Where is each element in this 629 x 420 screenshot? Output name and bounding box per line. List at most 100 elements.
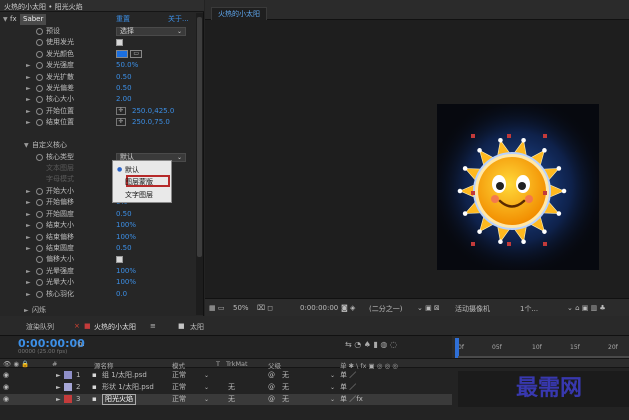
chevron-right-icon[interactable]: ► bbox=[26, 232, 31, 243]
layer-trkmat[interactable]: 无 bbox=[228, 382, 235, 393]
stopwatch-icon[interactable] bbox=[36, 267, 43, 275]
chevron-right-icon[interactable]: ► bbox=[56, 370, 61, 381]
stopwatch-icon[interactable] bbox=[36, 119, 43, 127]
stopwatch-icon[interactable] bbox=[36, 73, 43, 81]
chevron-down-icon[interactable]: ▼ bbox=[24, 140, 29, 151]
menu-item-text-layer[interactable]: 文字图层 bbox=[125, 190, 153, 200]
stopwatch-icon[interactable] bbox=[36, 28, 43, 35]
zoom-select[interactable]: 50% bbox=[233, 304, 249, 312]
property-value[interactable]: 0.50 bbox=[116, 72, 132, 83]
property-row[interactable]: ► 开始位置 ✛ 250.0,425.0 bbox=[0, 106, 196, 117]
layer-mode[interactable]: 正常 bbox=[172, 394, 186, 405]
property-row[interactable]: ► 结束圆度 0.50 bbox=[0, 243, 196, 254]
header-source[interactable]: 源名称 bbox=[94, 360, 114, 370]
chevron-right-icon[interactable]: ► bbox=[26, 83, 31, 94]
tab-render-queue[interactable]: 渲染队列 bbox=[26, 322, 54, 332]
flicker-group[interactable]: ► 闪烁 bbox=[0, 305, 196, 316]
property-row[interactable]: 偏移大小 bbox=[0, 254, 196, 265]
stopwatch-icon[interactable] bbox=[36, 62, 43, 70]
property-row[interactable]: ► 核心羽化 0.0 bbox=[0, 289, 196, 300]
group-custom-core[interactable]: ▼ 自定义核心 bbox=[0, 140, 196, 151]
scrollbar-thumb[interactable] bbox=[197, 17, 202, 257]
about-link[interactable]: 关于... bbox=[168, 14, 189, 25]
layer-name[interactable]: 组 1/太阳.psd bbox=[102, 370, 147, 381]
close-icon[interactable]: × bbox=[74, 322, 80, 330]
stopwatch-icon[interactable] bbox=[36, 96, 43, 104]
stopwatch-icon[interactable] bbox=[36, 50, 43, 58]
header-trkmat[interactable]: TrkMat bbox=[226, 360, 248, 368]
pickwhip-icon[interactable]: @ bbox=[268, 394, 275, 405]
stopwatch-icon[interactable] bbox=[36, 107, 43, 115]
tab-comp[interactable]: 火热的小太阳 bbox=[94, 322, 136, 332]
stopwatch-icon[interactable] bbox=[36, 39, 43, 47]
chevron-right-icon[interactable]: ► bbox=[26, 289, 31, 300]
region-icon[interactable]: ⌄ ▣ ⊠ bbox=[417, 304, 440, 312]
chevron-right-icon[interactable]: ► bbox=[26, 94, 31, 105]
layer-switches-icon[interactable]: 单 ／ bbox=[340, 370, 356, 381]
chevron-right-icon[interactable]: ► bbox=[56, 394, 61, 405]
header-parent[interactable]: 父级 bbox=[268, 360, 281, 370]
property-value[interactable]: 50.0% bbox=[116, 60, 138, 71]
property-row[interactable]: ► 光晕强度 100% bbox=[0, 266, 196, 277]
menu-item-default[interactable]: 默认 bbox=[125, 165, 139, 175]
stopwatch-icon[interactable] bbox=[36, 154, 43, 161]
property-value[interactable]: 0.50 bbox=[116, 243, 132, 254]
property-value[interactable]: 100% bbox=[116, 232, 136, 243]
stopwatch-icon[interactable] bbox=[36, 279, 43, 287]
chevron-down-icon[interactable]: ⌄ bbox=[204, 394, 209, 405]
chevron-right-icon[interactable]: ► bbox=[26, 106, 31, 117]
property-row[interactable]: ► 发光偏差 0.50 bbox=[0, 83, 196, 94]
chevron-down-icon[interactable]: ⌄ bbox=[204, 382, 209, 393]
timeline-tools-icon[interactable]: ⇆ ◔ ♠ ▮ ◍ ◌ bbox=[345, 340, 397, 349]
menu-item-layer-mask[interactable]: 图层蒙版 bbox=[125, 177, 153, 187]
property-row[interactable]: ► 光晕大小 100% bbox=[0, 277, 196, 288]
layer-parent[interactable]: 无 bbox=[282, 394, 289, 405]
chevron-right-icon[interactable]: ► bbox=[26, 220, 31, 231]
view-options-icon[interactable]: ⌄ ⌂ ▣ ▥ ♣ bbox=[567, 304, 606, 312]
stopwatch-icon[interactable] bbox=[36, 256, 43, 264]
chevron-right-icon[interactable]: ► bbox=[56, 382, 61, 393]
property-row[interactable]: 使用发光 bbox=[0, 37, 196, 48]
chevron-down-icon[interactable]: ⌄ bbox=[330, 382, 335, 393]
layer-switches-icon[interactable]: 单 ／fx bbox=[340, 394, 363, 405]
stopwatch-icon[interactable] bbox=[36, 85, 43, 92]
pickwhip-icon[interactable]: @ bbox=[268, 370, 275, 381]
property-value[interactable]: 0.0 bbox=[116, 289, 127, 300]
composition-viewer[interactable] bbox=[437, 104, 599, 270]
views-select[interactable]: 1个... bbox=[520, 304, 538, 314]
layer-row[interactable]: ◉ ► 1 ▪ 组 1/太阳.psd 正常 ⌄ @ 无 ⌄ 单 ／ bbox=[0, 370, 452, 381]
search-icon[interactable]: ρ. bbox=[78, 340, 85, 348]
timecode-display[interactable]: 0:00:00:00 bbox=[300, 304, 338, 312]
menu-icon[interactable]: ≡ bbox=[150, 322, 156, 330]
chevron-right-icon[interactable]: ► bbox=[26, 117, 31, 128]
layer-row[interactable]: ◉ ► 3 ▪ 阳光火焰 正常 ⌄ 无 @ 无 ⌄ 单 ／fx bbox=[0, 394, 452, 405]
label-color[interactable] bbox=[64, 383, 72, 391]
stopwatch-icon[interactable] bbox=[36, 290, 43, 298]
safe-area-icon[interactable]: ⌧ ◻ bbox=[257, 304, 273, 312]
eye-icon[interactable]: ◉ bbox=[3, 394, 9, 405]
property-row[interactable]: ► 结束大小 100% bbox=[0, 220, 196, 231]
property-row[interactable]: ► 核心大小 2.00 bbox=[0, 94, 196, 105]
effect-row-saber[interactable]: ▼ fx Saber 重置 关于... bbox=[0, 14, 196, 25]
property-row[interactable]: ► 结束偏移 100% bbox=[0, 232, 196, 243]
chevron-right-icon[interactable]: ► bbox=[26, 209, 31, 220]
crosshair-icon[interactable]: ✛ bbox=[116, 106, 126, 117]
layer-switches-icon[interactable]: 单 ／ bbox=[340, 382, 356, 393]
chevron-right-icon[interactable]: ► bbox=[26, 60, 31, 71]
layer-name[interactable]: 形状 1/太阳.psd bbox=[102, 382, 154, 393]
layer-mode[interactable]: 正常 bbox=[172, 370, 186, 381]
property-row[interactable]: ► 发光强度 50.0% bbox=[0, 60, 196, 71]
chevron-right-icon[interactable]: ► bbox=[26, 197, 31, 208]
property-row[interactable]: ► 开始圆度 0.50 bbox=[0, 209, 196, 220]
layer-mode[interactable]: 正常 bbox=[172, 382, 186, 393]
layer-trkmat[interactable]: 无 bbox=[228, 394, 235, 405]
property-value[interactable]: 250.0,75.0 bbox=[132, 117, 170, 128]
grid-icon[interactable]: ▦ ▭ bbox=[209, 304, 224, 312]
property-value[interactable]: 250.0,425.0 bbox=[132, 106, 174, 117]
checkbox[interactable] bbox=[116, 254, 123, 265]
resolution-select[interactable]: (二分之一) bbox=[369, 304, 402, 314]
chevron-down-icon[interactable]: ⌄ bbox=[204, 370, 209, 381]
layer-parent[interactable]: 无 bbox=[282, 370, 289, 381]
reset-link[interactable]: 重置 bbox=[116, 14, 130, 25]
stopwatch-icon[interactable] bbox=[36, 222, 43, 230]
